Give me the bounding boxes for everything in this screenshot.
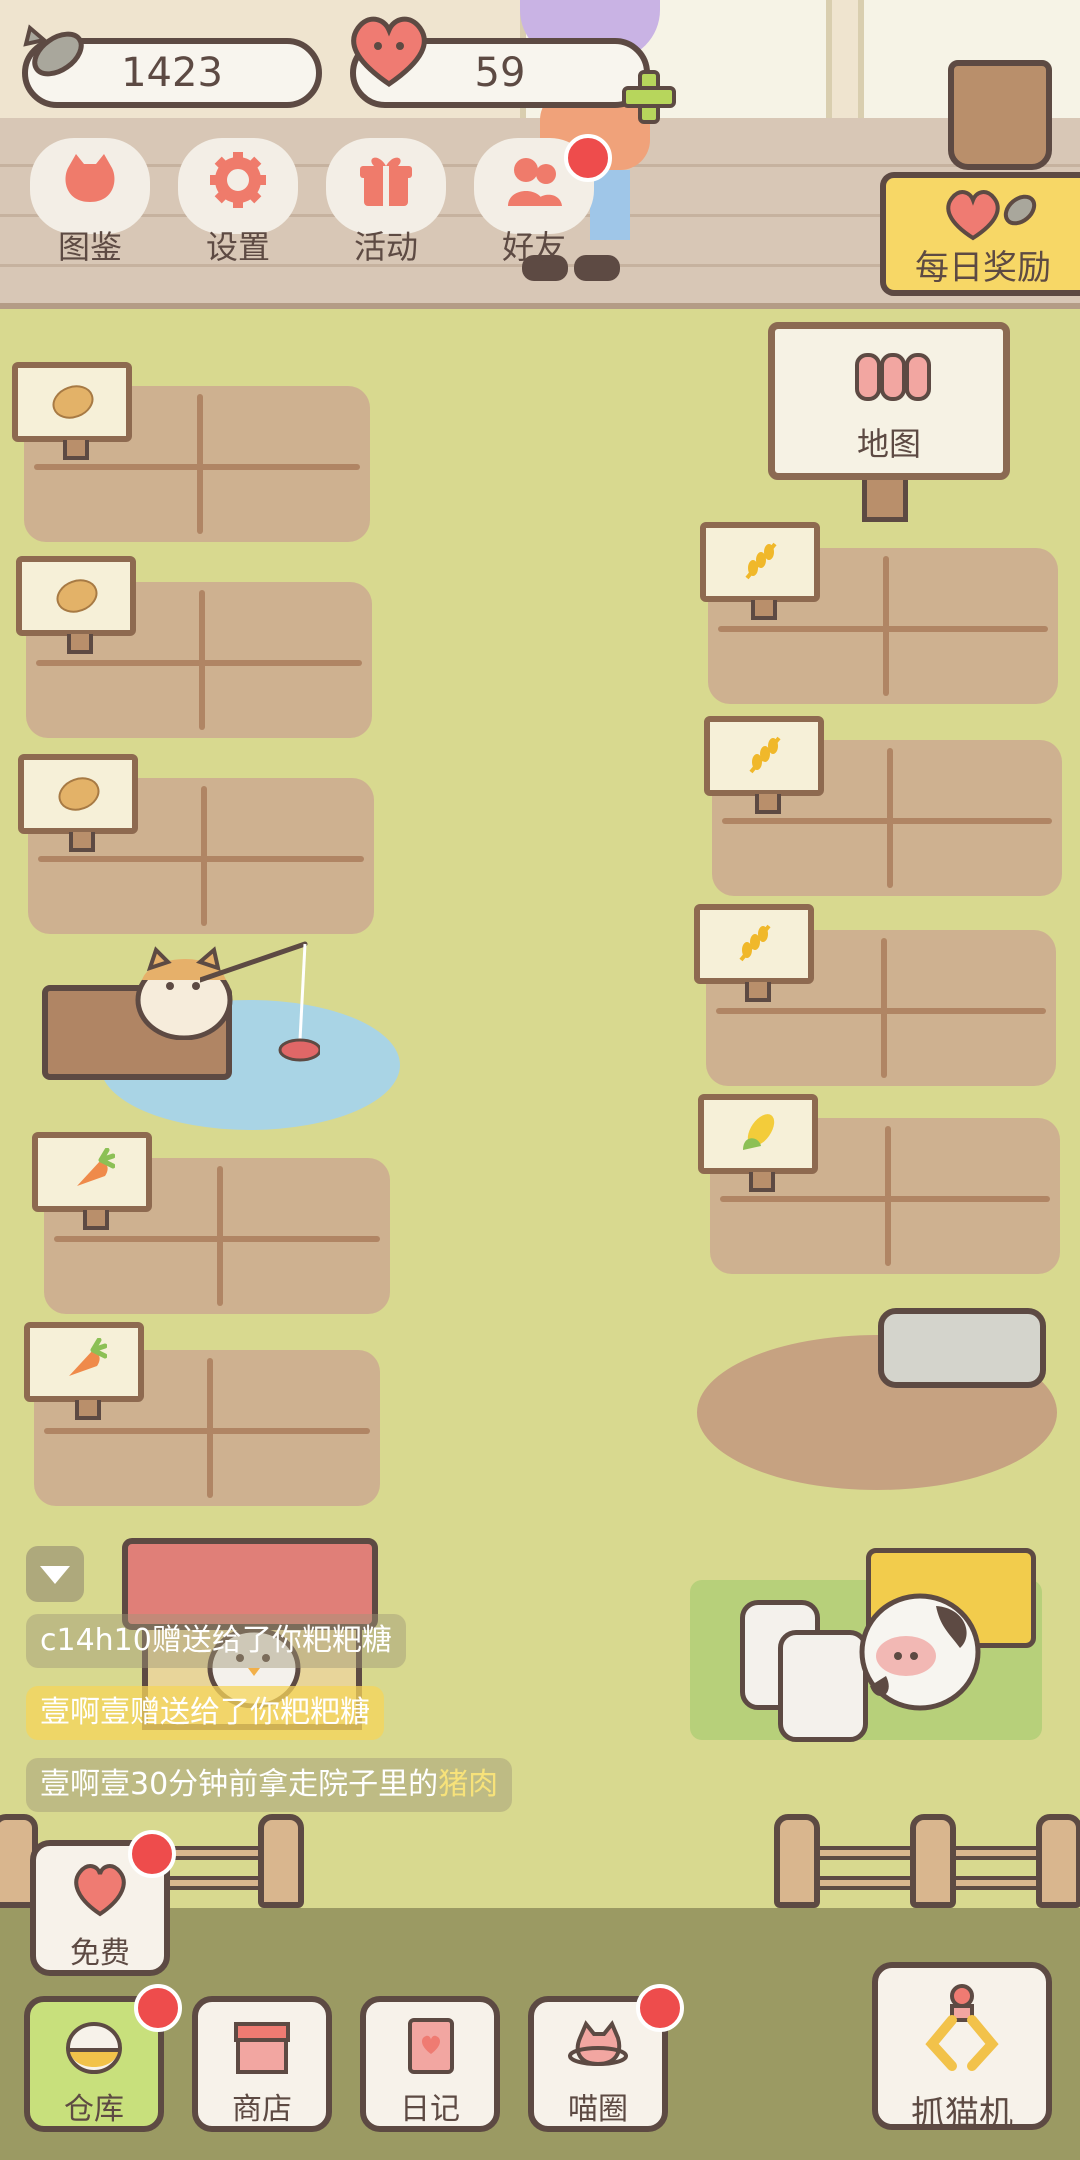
crop-sign-potato[interactable] xyxy=(18,754,138,852)
warehouse-notification-badge xyxy=(134,1984,182,2032)
cat-circle-notification-badge xyxy=(636,1984,684,2032)
free-button-label: 免费 xyxy=(70,1936,130,1971)
menu-settings[interactable]: 设置 xyxy=(178,138,298,266)
menu-friends-label: 好友 xyxy=(501,228,566,266)
heart-icon xyxy=(70,1860,130,1920)
crop-sign-potato[interactable] xyxy=(16,556,136,654)
nav-cat-circle-label: 喵圈 xyxy=(568,2092,628,2127)
map-label: 地图 xyxy=(856,425,921,463)
milk-can[interactable] xyxy=(778,1630,868,1742)
crop-sign-wheat[interactable] xyxy=(704,716,824,814)
gear-icon xyxy=(208,150,268,210)
nav-diary-label: 日记 xyxy=(400,2092,460,2127)
daily-reward-button[interactable]: 每日奖励 xyxy=(880,172,1080,296)
claw-machine-label: 抓猫机 xyxy=(911,2094,1013,2134)
egg-icon xyxy=(64,2016,124,2076)
bucket xyxy=(948,60,1052,170)
fence-post xyxy=(774,1814,820,1908)
fence-post xyxy=(258,1814,304,1908)
nav-shop[interactable]: 商店 xyxy=(192,1996,332,2132)
map-button[interactable]: 地图 xyxy=(768,322,1010,480)
chat-message-item: 粑粑糖 xyxy=(280,1695,370,1730)
add-hearts-button[interactable] xyxy=(622,70,676,124)
chat-message-text: c14h10赠送给了你 xyxy=(40,1623,302,1658)
chat-message-text: 壹啊壹赠送给了你 xyxy=(40,1695,280,1730)
menu-events-label: 活动 xyxy=(353,228,418,266)
menu-collection-label: 图鉴 xyxy=(57,228,122,266)
fishing-rod xyxy=(197,940,322,1070)
menu-events[interactable]: 活动 xyxy=(326,138,446,266)
free-notification-badge xyxy=(128,1830,176,1878)
wheat-icon xyxy=(739,538,783,582)
trough[interactable] xyxy=(878,1308,1046,1388)
nav-shop-label: 商店 xyxy=(232,2092,292,2127)
cat-planet-icon xyxy=(568,2016,628,2076)
chat-message-item: 猪肉 xyxy=(438,1767,499,1802)
chat-message: 壹啊壹赠送给了你粑粑糖 xyxy=(26,1686,384,1740)
crop-sign-wheat[interactable] xyxy=(700,522,820,620)
chat-message: c14h10赠送给了你粑粑糖 xyxy=(26,1614,406,1668)
map-icon xyxy=(855,349,931,401)
shop-icon xyxy=(232,2016,292,2076)
chat-toggle-button[interactable] xyxy=(26,1546,84,1602)
diary-icon xyxy=(400,2016,460,2076)
daily-reward-label: 每日奖励 xyxy=(915,248,1051,288)
chevron-down-icon xyxy=(40,1566,70,1584)
heart-counter-value: 59 xyxy=(474,50,526,96)
fish-icon xyxy=(994,182,1044,234)
potato-icon xyxy=(51,378,95,422)
crop-sign-potato[interactable] xyxy=(12,362,132,460)
heart-icon xyxy=(344,8,434,92)
potato-icon xyxy=(55,572,99,616)
nav-warehouse-label: 仓库 xyxy=(64,2092,124,2127)
cow[interactable] xyxy=(856,1586,986,1716)
menu-settings-label: 设置 xyxy=(205,228,270,266)
gift-icon xyxy=(356,150,416,210)
corn-icon xyxy=(737,1110,781,1154)
claw-machine-button[interactable]: 抓猫机 xyxy=(872,1962,1052,2134)
menu-collection[interactable]: 图鉴 xyxy=(30,138,150,266)
crop-sign-wheat[interactable] xyxy=(694,904,814,1002)
chat-message-item: 粑粑糖 xyxy=(301,1623,392,1658)
crop-sign-carrot[interactable] xyxy=(24,1322,144,1420)
crop-sign-corn[interactable] xyxy=(698,1094,818,1192)
chat-message: 壹啊壹30分钟前拿走院子里的猪肉 xyxy=(26,1758,513,1812)
crop-sign-carrot[interactable] xyxy=(32,1132,152,1230)
friends-icon xyxy=(504,150,564,210)
carrot-icon xyxy=(71,1147,116,1192)
cat-face-icon xyxy=(60,150,120,210)
potato-icon xyxy=(57,770,101,814)
fish-icon xyxy=(20,14,100,86)
chat-message-text: 壹啊壹30分钟前拿走院子里的 xyxy=(40,1767,439,1802)
carrot-icon xyxy=(63,1337,108,1382)
friends-notification-badge xyxy=(564,134,612,182)
wheat-icon xyxy=(743,732,787,776)
claw-icon xyxy=(922,1982,1002,2072)
fence-post xyxy=(910,1814,956,1908)
nav-diary[interactable]: 日记 xyxy=(360,1996,500,2132)
fence-post xyxy=(1036,1814,1080,1908)
wheat-icon xyxy=(733,920,777,964)
fish-counter-value: 1423 xyxy=(121,50,223,96)
